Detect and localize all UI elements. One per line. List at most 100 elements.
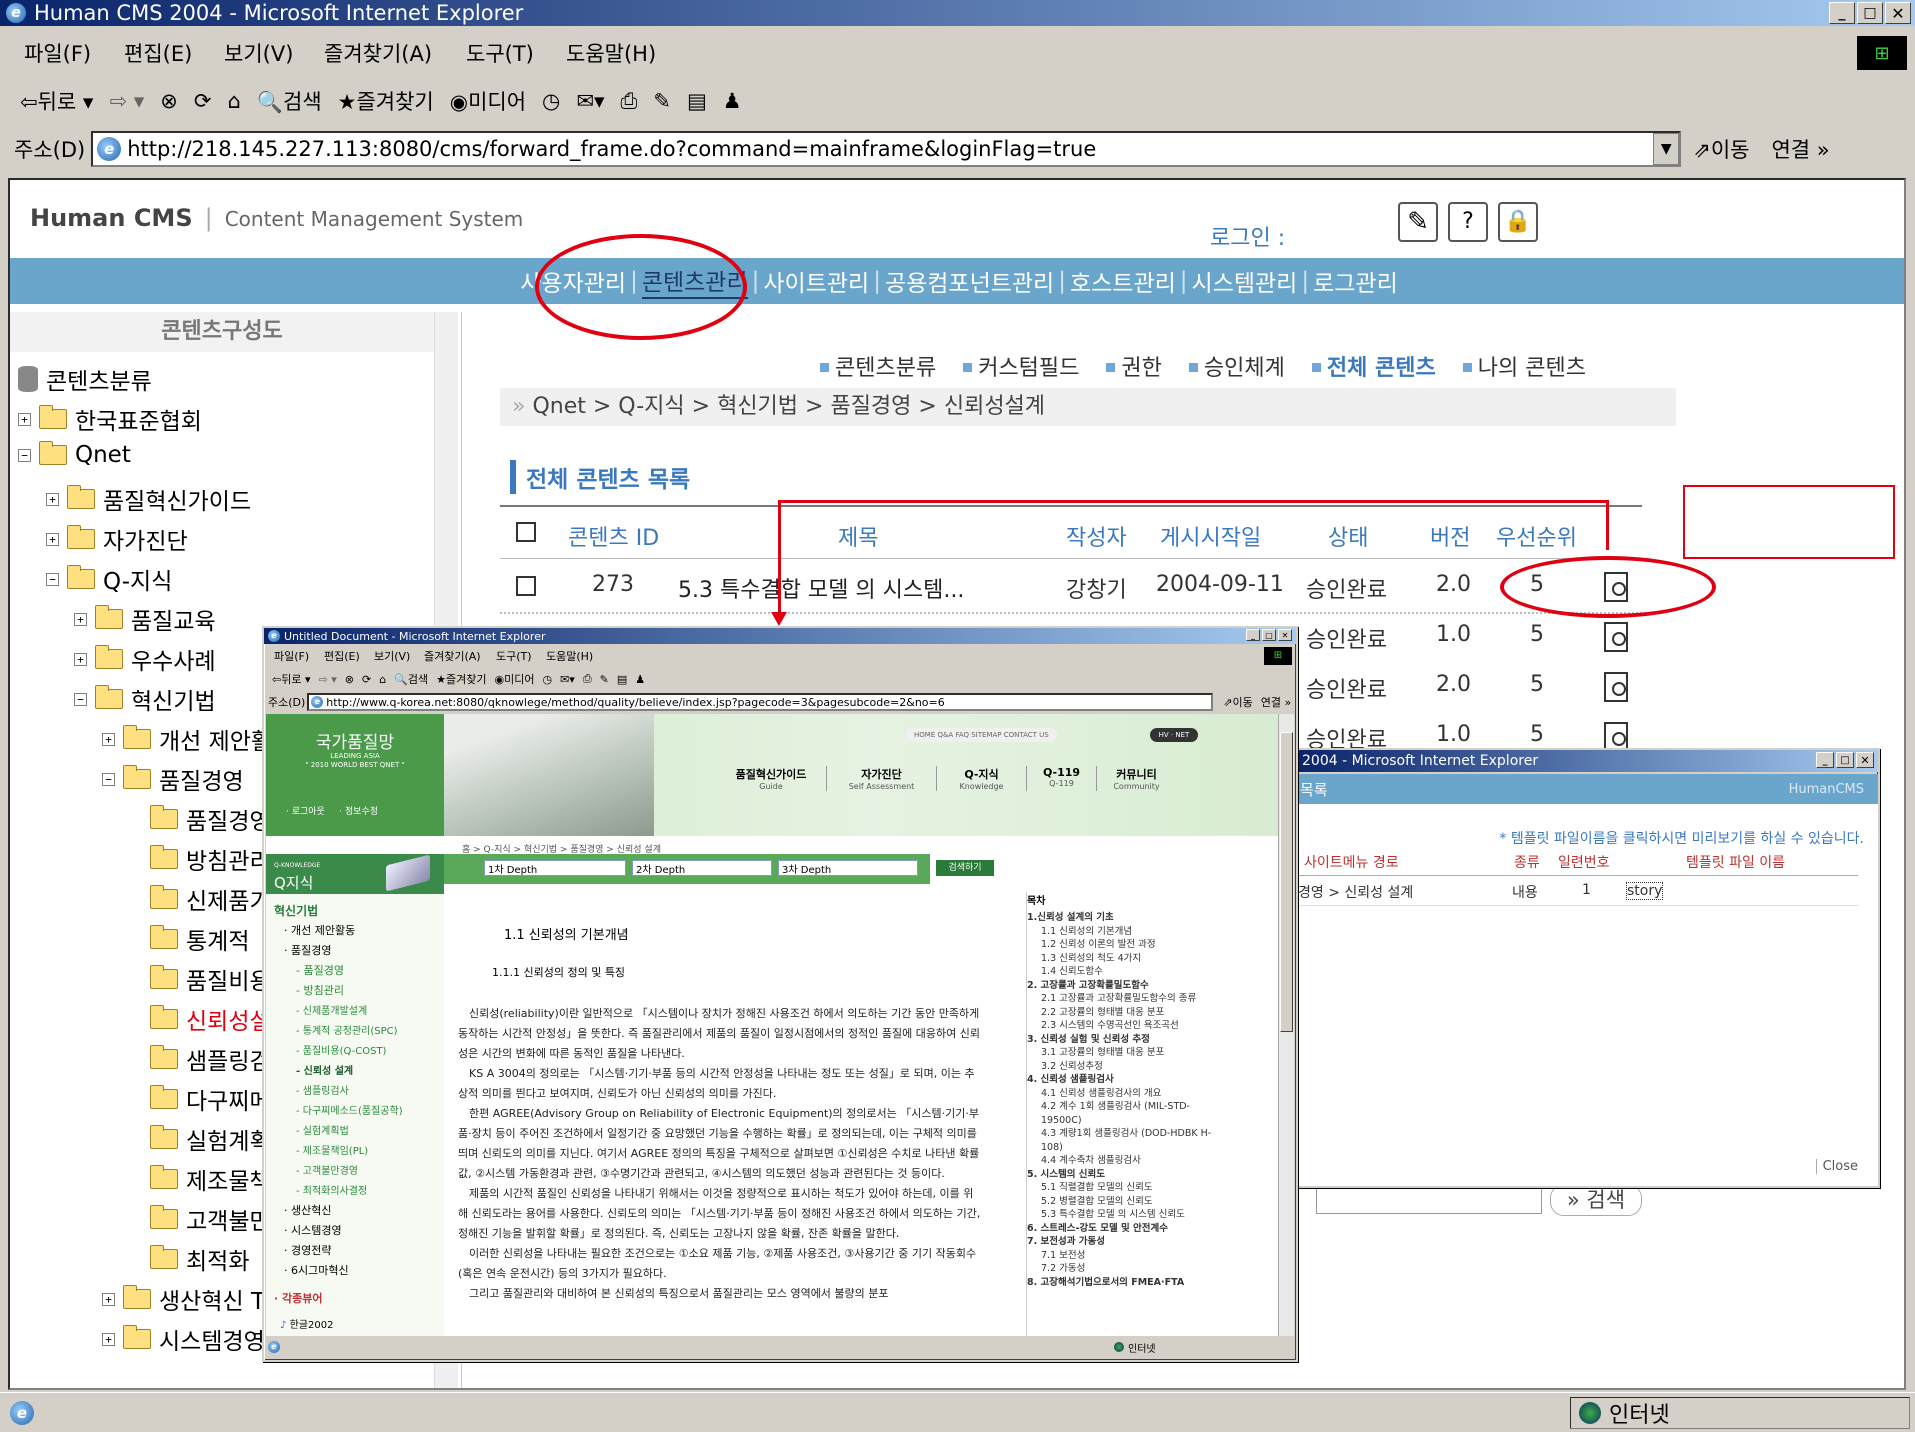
forward-button[interactable]: ⇨ ▾ (319, 673, 337, 686)
expand-icon[interactable]: + (74, 612, 87, 626)
expand-icon[interactable]: + (102, 732, 115, 746)
row-checkbox[interactable] (516, 576, 536, 596)
media-button[interactable]: ◉미디어 (450, 86, 526, 116)
print-icon[interactable]: ⎙ (621, 89, 638, 114)
tree-item[interactable]: 실험계획 (150, 1122, 271, 1156)
tree-item[interactable]: − Qnet (18, 441, 131, 468)
site-nav-q119[interactable]: Q-119 Q-119 (1026, 766, 1096, 791)
subnav-category[interactable]: 콘텐츠분류 (835, 356, 936, 381)
nav-site-management[interactable]: 사이트관리 (763, 264, 869, 298)
expand-icon[interactable]: + (46, 532, 59, 546)
menu-tools[interactable]: 도구(T) (466, 38, 566, 68)
menu-help[interactable]: 도움말(H) (546, 648, 593, 664)
menu-file[interactable]: 파일(F) (24, 38, 124, 68)
template-close-button[interactable]: Close (1815, 1159, 1858, 1174)
stop-icon[interactable]: ⊗ (345, 673, 354, 686)
tree-item[interactable]: 다구찌메 (150, 1082, 271, 1116)
left-menu-item[interactable]: - 최적화의사결정 (296, 1182, 367, 1197)
tree-root[interactable]: 콘텐츠분류 (18, 362, 152, 396)
left-menu-item[interactable]: · 시스템경영 (284, 1222, 342, 1238)
home-icon[interactable]: ⌂ (228, 89, 241, 113)
close-button[interactable]: ✕ (1885, 2, 1911, 24)
site-nav-knowledge[interactable]: Q-지식 Knowledge (936, 766, 1026, 791)
col-header-priority[interactable]: 우선순위 (1496, 520, 1577, 552)
home-icon[interactable]: ⌂ (379, 673, 386, 686)
select-all-checkbox[interactable] (516, 522, 536, 542)
search-input[interactable] (1316, 1186, 1542, 1214)
tree-item[interactable]: − 품질경영 (102, 762, 244, 796)
tree-item[interactable]: 신제품기 (150, 882, 271, 916)
menu-view[interactable]: 보기(V) (374, 648, 424, 664)
expand-icon[interactable]: + (74, 652, 87, 666)
history-icon[interactable]: ◷ (542, 89, 560, 113)
col-header-date[interactable]: 게시시작일 (1160, 520, 1261, 552)
search-button[interactable]: » 검색 (1550, 1184, 1642, 1216)
refresh-icon[interactable]: ⟳ (362, 673, 371, 686)
favorites-button[interactable]: ★즐겨찾기 (338, 86, 434, 116)
address-input[interactable]: e http://www.q-korea.net:8080/qknowlege/… (307, 693, 1214, 711)
col-header-id[interactable]: 콘텐츠 ID (568, 520, 659, 552)
menu-help[interactable]: 도움말(H) (566, 38, 656, 68)
top-links[interactable]: HOME Q&A FAQ SITEMAP CONTACT US (906, 728, 1057, 742)
viewer-item[interactable]: ♪ 한글2002 (280, 1316, 333, 1331)
maximize-button[interactable]: □ (1857, 2, 1883, 24)
search-submit-button[interactable]: 검색하기 (936, 860, 994, 876)
nav-component-management[interactable]: 공용컴포넌트관리 (885, 264, 1054, 298)
subnav-permission[interactable]: 권한 (1121, 356, 1161, 381)
depth2-select[interactable]: 2차 Depth (632, 860, 772, 876)
left-menu-heading[interactable]: 혁신기법 (274, 902, 318, 919)
scroll-thumb[interactable] (1280, 732, 1293, 1032)
maximize-button[interactable]: □ (1262, 629, 1276, 641)
minimize-button[interactable]: _ (1829, 2, 1855, 24)
left-menu-item[interactable]: - 고객불만경영 (296, 1162, 358, 1177)
left-menu-item[interactable]: - 신제품개발설계 (296, 1002, 367, 1017)
depth3-select[interactable]: 3차 Depth (778, 860, 918, 876)
tree-item[interactable]: + 생산혁신 T (102, 1282, 265, 1316)
tree-item-selected[interactable]: 신뢰성설 (150, 1002, 271, 1036)
history-icon[interactable]: ◷ (542, 673, 552, 686)
tree-item[interactable]: + 우수사례 (74, 642, 216, 676)
left-menu-item[interactable]: · 경영전략 (284, 1242, 331, 1258)
address-dropdown-icon[interactable]: ▼ (1653, 133, 1680, 165)
popup-title-bar[interactable]: e Untitled Document - Microsoft Internet… (264, 628, 1296, 644)
edit-icon[interactable]: ✎ (653, 89, 671, 113)
menu-favorites[interactable]: 즐겨찾기(A) (424, 648, 496, 664)
tree-item[interactable]: − Q-지식 (46, 562, 172, 596)
discuss-icon[interactable]: ▤ (617, 673, 627, 686)
collapse-icon[interactable]: − (74, 692, 87, 706)
tree-item[interactable]: 최적화 (150, 1242, 249, 1276)
messenger-icon[interactable]: ♟ (723, 89, 742, 113)
lock-icon[interactable]: 🔒 (1498, 202, 1538, 242)
tree-item[interactable]: + 품질혁신가이드 (46, 482, 251, 516)
popup-scrollbar[interactable] (1278, 714, 1294, 1336)
site-nav-self[interactable]: 자가진단 Self Assessment (826, 766, 936, 791)
address-input[interactable]: e http://218.145.227.113:8080/cms/forwar… (91, 131, 1682, 167)
close-button[interactable]: ✕ (1278, 629, 1292, 641)
edit-info-link[interactable]: · 정보수정 (339, 807, 378, 817)
help-doc-icon[interactable]: ? (1448, 202, 1488, 242)
go-button[interactable]: ⇗이동 (1693, 134, 1749, 164)
search-button[interactable]: 🔍검색 (394, 671, 428, 687)
left-menu-item-active[interactable]: - 신뢰성 설계 (296, 1062, 353, 1077)
left-menu-item[interactable]: - 품질비용(Q-COST) (296, 1042, 386, 1057)
menu-view[interactable]: 보기(V) (224, 38, 324, 68)
subnav-my-contents[interactable]: 나의 콘텐츠 (1478, 356, 1586, 381)
nav-log-management[interactable]: 로그관리 (1313, 264, 1398, 298)
template-title-bar[interactable]: 2004 - Microsoft Internet Explorer _ □ ✕ (1298, 750, 1878, 772)
tree-item[interactable]: + 개선 제안활 (102, 722, 272, 756)
minimize-button[interactable]: _ (1246, 629, 1260, 641)
main-title-bar[interactable]: e Human CMS 2004 - Microsoft Internet Ex… (0, 0, 1915, 26)
links-button[interactable]: 연결 » (1261, 694, 1291, 710)
media-button[interactable]: ◉미디어 (494, 671, 534, 687)
discuss-icon[interactable]: ▤ (687, 89, 707, 113)
print-icon[interactable]: ⎙ (583, 672, 592, 686)
logout-link[interactable]: · 로그아웃 (286, 807, 325, 817)
left-menu-item[interactable]: · 품질경영 (284, 942, 331, 958)
col-header-title[interactable]: 제목 (838, 520, 878, 552)
expand-icon[interactable]: + (18, 412, 31, 426)
forward-button[interactable]: ⇨ ▾ (109, 89, 144, 113)
expand-icon[interactable]: + (102, 1292, 115, 1306)
left-menu-item[interactable]: - 제조물책임(PL) (296, 1142, 368, 1157)
cell-title[interactable]: 5.3 특수결합 모델 의 시스템... (678, 572, 964, 604)
nav-host-management[interactable]: 호스트관리 (1070, 264, 1176, 298)
